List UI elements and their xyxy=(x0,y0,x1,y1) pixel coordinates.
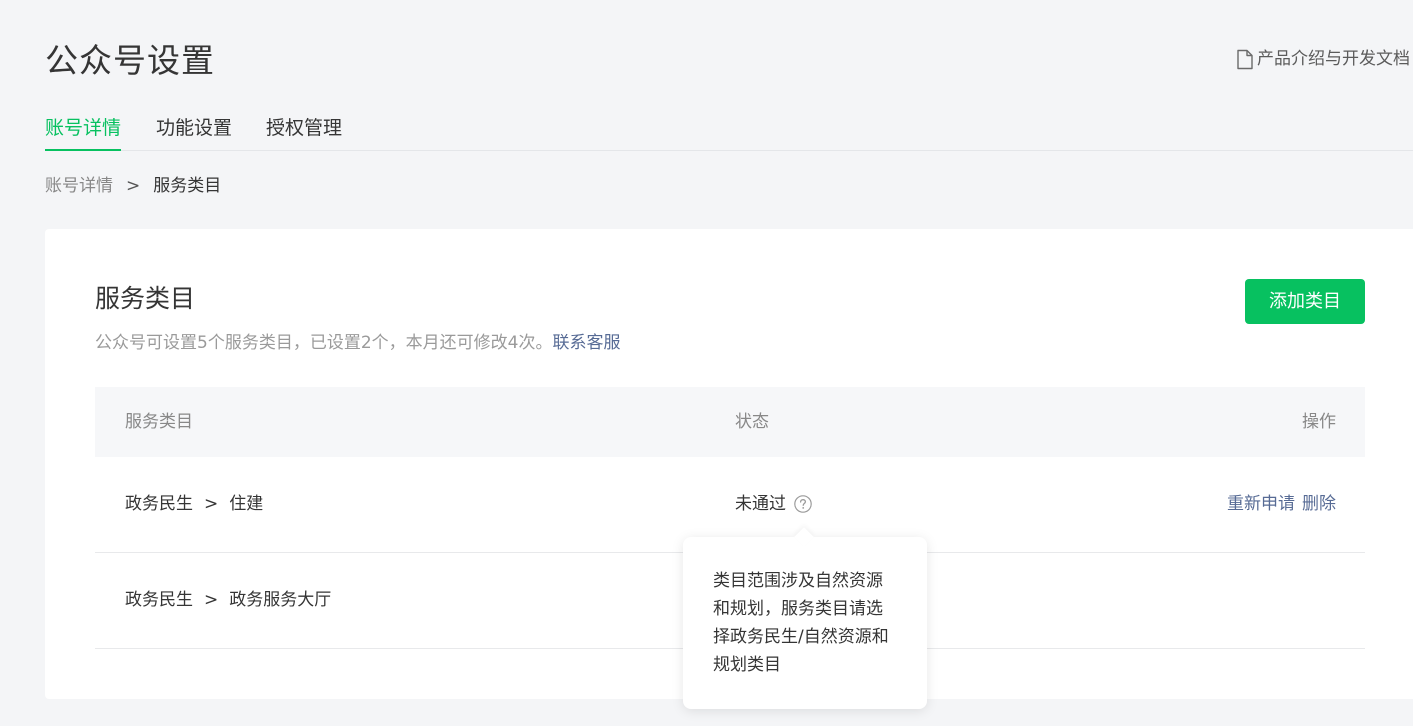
tab-authorization[interactable]: 授权管理 xyxy=(266,115,342,141)
tab-feature-settings[interactable]: 功能设置 xyxy=(156,115,232,141)
document-icon xyxy=(1237,49,1253,69)
status-cell: 未通过 xyxy=(735,492,812,516)
header-status: 状态 xyxy=(735,412,769,432)
category-child: 住建 xyxy=(229,494,264,514)
category-parent: 政务民生 xyxy=(125,590,193,610)
tab-bar: 账号详情 功能设置 授权管理 xyxy=(45,112,1413,151)
breadcrumb: 账号详情 > 服务类目 xyxy=(45,174,221,198)
delete-link[interactable]: 删除 xyxy=(1302,494,1336,514)
quota-text: 公众号可设置5个服务类目，已设置2个，本月还可修改4次。 xyxy=(95,333,553,353)
category-child: 政务服务大厅 xyxy=(229,590,332,610)
tab-account-details[interactable]: 账号详情 xyxy=(45,115,122,151)
breadcrumb-current: 服务类目 xyxy=(153,176,222,196)
category-separator: > xyxy=(204,494,219,514)
contact-support-link[interactable]: 联系客服 xyxy=(552,333,620,353)
row-actions: 重新申请 删除 xyxy=(1220,492,1336,516)
header-category: 服务类目 xyxy=(125,412,193,432)
table-header: 服务类目 状态 操作 xyxy=(95,387,1365,457)
category-path: 政务民生 > 住建 xyxy=(125,492,263,516)
add-category-button[interactable]: 添加类目 xyxy=(1245,279,1365,324)
breadcrumb-parent[interactable]: 账号详情 xyxy=(45,174,113,198)
card-description: 公众号可设置5个服务类目，已设置2个，本月还可修改4次。联系客服 xyxy=(95,331,620,355)
category-parent: 政务民生 xyxy=(125,494,193,514)
breadcrumb-separator: > xyxy=(126,176,141,196)
reapply-link[interactable]: 重新申请 xyxy=(1227,494,1295,514)
help-icon[interactable] xyxy=(794,495,812,513)
doc-link-label: 产品介绍与开发文档 xyxy=(1257,49,1410,69)
header-actions: 操作 xyxy=(1302,412,1336,432)
card-title: 服务类目 xyxy=(95,284,196,313)
category-separator: > xyxy=(204,590,219,610)
status-tooltip: 类目范围涉及自然资源和规划，服务类目请选择政务民生/自然资源和规划类目 xyxy=(683,537,927,709)
category-path: 政务民生 > 政务服务大厅 xyxy=(125,588,331,612)
doc-link[interactable]: 产品介绍与开发文档 xyxy=(1236,47,1410,71)
page-title: 公众号设置 xyxy=(45,41,215,80)
tooltip-text: 类目范围涉及自然资源和规划，服务类目请选择政务民生/自然资源和规划类目 xyxy=(713,571,889,675)
status-text: 未通过 xyxy=(735,494,786,514)
